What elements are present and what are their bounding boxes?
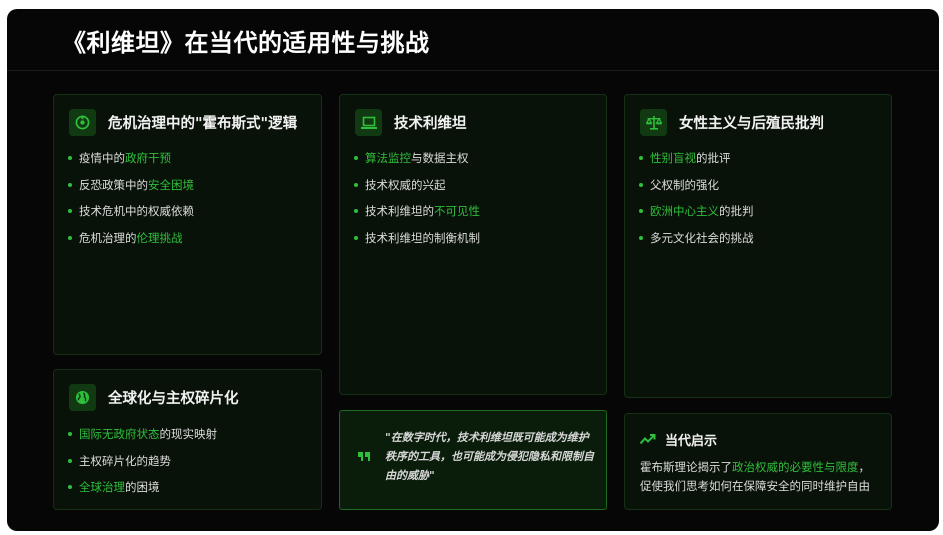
list-item: 欧洲中心主义 的批判: [639, 198, 754, 225]
item-list: 国际无政府状态 的现实映射 主权碎片化的趋势 全球治理 的困境: [68, 421, 217, 501]
list-item: 父权制的强化: [639, 172, 754, 199]
card-globalization: 全球化与主权碎片化 国际无政府状态 的现实映射 主权碎片化的趋势 全球治理 的困境: [53, 369, 322, 510]
card-title: 危机治理中的"霍布斯式"逻辑: [108, 115, 298, 132]
scales-icon: [640, 109, 667, 136]
header: 《利维坦》在当代的适用性与挑战: [7, 9, 939, 71]
list-item: 多元文化社会的挑战: [639, 225, 754, 252]
insight-text: 霍布斯理论揭示了政治权威的必要性与限度，促使我们思考如何在保障安全的同时维护自由: [640, 460, 870, 493]
list-item: 技术利维坦的 不可见性: [354, 198, 480, 225]
card-feminism-postcolonial: 女性主义与后殖民批判 性别盲视 的批评 父权制的强化 欧洲中心主义 的批判 多元文化…: [624, 94, 892, 398]
quote-card: "在数字时代，技术利维坦既可能成为维护秩序的工具，也可能成为侵犯隐私和限制自由的…: [339, 410, 607, 510]
list-item: 算法监控 与数据主权: [354, 145, 480, 172]
radiation-icon: [69, 109, 96, 136]
globe-icon: [69, 384, 96, 411]
list-item: 技术利维坦的制衡机制: [354, 225, 480, 252]
list-item: 主权碎片化的趋势: [68, 448, 217, 475]
item-list: 性别盲视 的批评 父权制的强化 欧洲中心主义 的批判 多元文化社会的挑战: [639, 145, 754, 251]
card-contemporary-insight: 当代启示 霍布斯理论揭示了政治权威的必要性与限度，促使我们思考如何在保障安全的同…: [624, 413, 892, 510]
list-item: 反恐政策中的 安全困境: [68, 172, 194, 199]
list-item: 全球治理 的困境: [68, 474, 217, 501]
card-title: 全球化与主权碎片化: [108, 390, 239, 407]
item-list: 疫情中的 政府干预 反恐政策中的 安全困境 技术危机中的权威依赖 危机治理的 伦理挑战: [68, 145, 194, 251]
trend-icon: [639, 430, 656, 449]
card-title: 女性主义与后殖民批判: [679, 115, 824, 132]
insight-title: 当代启示: [665, 434, 718, 449]
list-item: 技术权威的兴起: [354, 172, 480, 199]
list-item: 国际无政府状态 的现实映射: [68, 421, 217, 448]
card-crisis-governance: 危机治理中的"霍布斯式"逻辑 疫情中的 政府干预 反恐政策中的 安全困境 技术危机中…: [53, 94, 322, 355]
card-tech-leviathan: 技术利维坦 算法监控 与数据主权 技术权威的兴起 技术利维坦的 不可见性 技术利维坦…: [339, 94, 607, 395]
list-item: 性别盲视 的批评: [639, 145, 754, 172]
laptop-icon: [355, 109, 382, 136]
list-item: 疫情中的 政府干预: [68, 145, 194, 172]
card-title: 技术利维坦: [394, 115, 467, 132]
quote-icon: [358, 447, 370, 466]
slide: 《利维坦》在当代的适用性与挑战 危机治理中的"霍布斯式"逻辑 疫情中的 政府干预 …: [7, 9, 939, 531]
list-item: 危机治理的 伦理挑战: [68, 225, 194, 252]
page-title: 《利维坦》在当代的适用性与挑战: [62, 28, 430, 57]
item-list: 算法监控 与数据主权 技术权威的兴起 技术利维坦的 不可见性 技术利维坦的制衡机制: [354, 145, 480, 251]
list-item: 技术危机中的权威依赖: [68, 198, 194, 225]
quote-text: "在数字时代，技术利维坦既可能成为维护秩序的工具，也可能成为侵犯隐私和限制自由的…: [385, 431, 594, 482]
